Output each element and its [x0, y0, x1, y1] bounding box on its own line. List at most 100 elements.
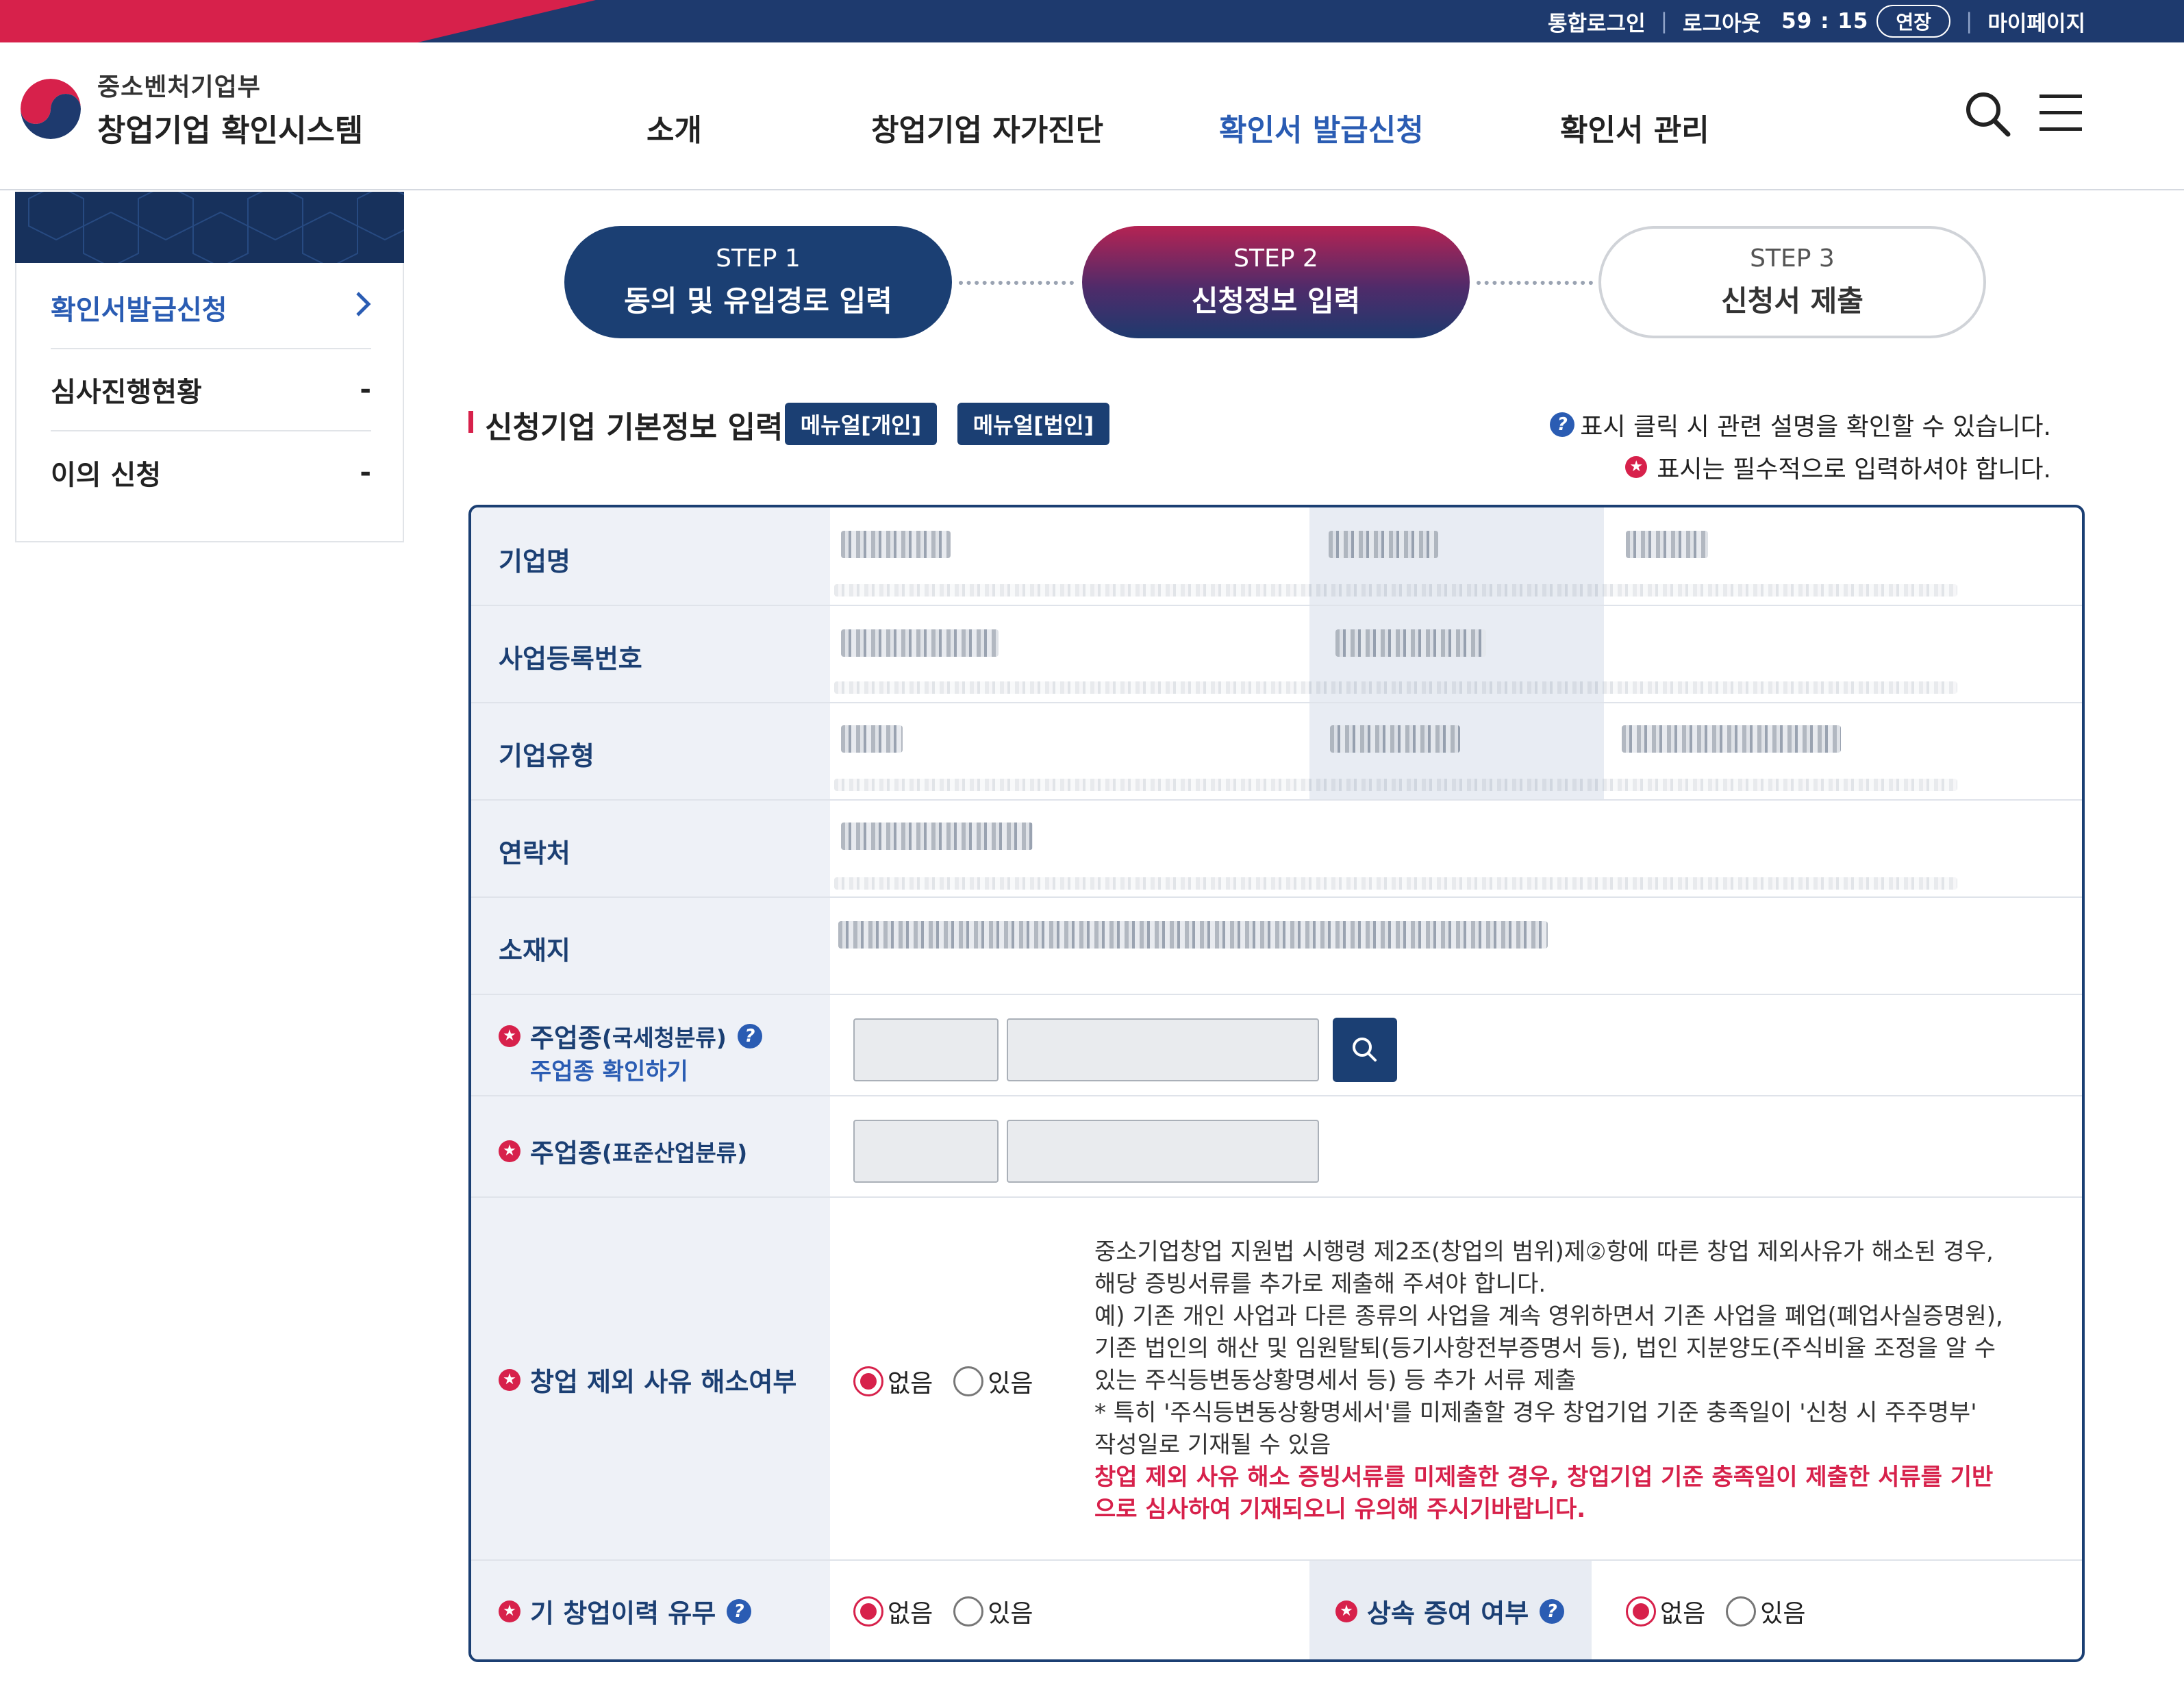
row-divider [471, 1095, 2082, 1096]
step-number: STEP 3 [1750, 244, 1835, 273]
label-contact: 연락처 [499, 838, 570, 868]
help-question-icon[interactable]: ? [737, 1023, 762, 1049]
step-label: 동의 및 유입경로 입력 [624, 284, 892, 318]
required-star-icon [1335, 1600, 1357, 1622]
nav-intro[interactable]: 소개 [647, 105, 702, 149]
manual-personal-button[interactable]: 메뉴얼[개인] [785, 403, 937, 445]
required-star-icon [499, 1368, 520, 1391]
row-divider [471, 896, 2082, 898]
nav-self-diagnosis[interactable]: 창업기업 자가진단 [871, 105, 1103, 149]
desc-line: 예) 기존 개인 사업과 다른 종류의 사업을 계속 영위하면서 기존 사업을 … [1094, 1303, 2003, 1330]
label-main-industry-nts: 주업종 (국세청분류) ? [499, 1017, 762, 1055]
redacted-noise [834, 681, 1957, 694]
desc-line: 해당 증빙서류를 추가로 제출해 주셔야 합니다. [1094, 1270, 1546, 1298]
search-icon[interactable] [1964, 90, 2011, 140]
radio-option-no[interactable]: 없음 [1626, 1594, 1705, 1629]
label-address: 소재지 [499, 936, 570, 966]
redacted-noise [834, 584, 1957, 597]
desc-line: 중소기업창업 지원법 시행령 제2조(창업의 범위)제②항에 따른 창업 제외사… [1094, 1238, 1994, 1266]
label-inheritance-gift: 상속 증여 여부 ? [1335, 1592, 1565, 1630]
utility-links: 통합로그인 | 로그아웃 59 : 15 연장 | 마이페이지 [1548, 0, 2085, 42]
radio-button[interactable] [953, 1366, 984, 1396]
redacted-value [1330, 725, 1460, 753]
radio-option-yes[interactable]: 있음 [1726, 1594, 1806, 1629]
radio-button[interactable] [853, 1596, 883, 1627]
nav-certificate-manage[interactable]: 확인서 관리 [1560, 105, 1709, 149]
industry-code-input[interactable] [853, 1018, 999, 1081]
label-subtext: (국세청분류) [601, 1024, 727, 1051]
label-subtext: (표준산업분류) [601, 1139, 748, 1166]
sidenav-item-label: 확인서발급신청 [51, 294, 227, 326]
session-timer: 59 : 15 [1781, 9, 1869, 34]
desc-line: * 특히 '주식등변동상황명세서'를 미제출할 경우 창업기업 기준 충족일이 … [1094, 1399, 1977, 1427]
step-label: 신청서 제출 [1721, 284, 1863, 318]
extend-session-button[interactable]: 연장 [1877, 5, 1950, 38]
desc-line: 기존 법인의 해산 및 임원탈퇴(등기사항전부증명서 등), 법인 지분양도(주… [1094, 1335, 1996, 1362]
desc-line: 있는 주식등변동상황명세서 등) 등 추가 서류 제출 [1094, 1367, 1577, 1394]
sidenav-item-objection[interactable]: 이의 신청 - [51, 431, 371, 514]
radio-option-yes[interactable]: 있음 [953, 1364, 1033, 1399]
logout-link[interactable]: 로그아웃 [1683, 6, 1761, 37]
radio-button[interactable] [853, 1366, 883, 1396]
step-3: STEP 3 신청서 제출 [1598, 226, 1986, 338]
hamburger-menu-icon[interactable] [2039, 95, 2082, 134]
help-question-icon[interactable]: ? [1540, 1598, 1565, 1624]
top-red-accent-tip [418, 0, 596, 42]
redacted-value [1622, 725, 1841, 753]
step-number: STEP 2 [1233, 244, 1318, 273]
sidenav-item-certificate-apply[interactable]: 확인서발급신청 [51, 267, 371, 349]
help-question-icon[interactable]: ? [727, 1598, 752, 1624]
section-marker [468, 411, 473, 433]
radio-option-yes[interactable]: 있음 [953, 1594, 1033, 1629]
label-company-type: 기업유형 [499, 741, 594, 771]
exclusion-resolved-radio-group: 없음 있음 [853, 1364, 1054, 1399]
ministry-name: 중소벤처기업부 [97, 73, 261, 101]
row-divider [471, 799, 2082, 801]
step-label: 신청정보 입력 [1191, 284, 1361, 318]
collapsed-indicator: - [360, 457, 371, 488]
row-divider [471, 1196, 2082, 1198]
label-main-industry-ksic: 주업종 (표준산업분류) [499, 1132, 747, 1170]
help-notice-text: 표시 클릭 시 관련 설명을 확인할 수 있습니다. [1580, 413, 2051, 441]
radio-option-no[interactable]: 없음 [853, 1594, 933, 1629]
redacted-value [841, 725, 903, 753]
redacted-value [841, 629, 999, 657]
integrated-login-link[interactable]: 통합로그인 [1548, 6, 1646, 37]
prior-startup-radio-group: 없음 있음 [853, 1594, 1054, 1629]
step-1: STEP 1 동의 및 유입경로 입력 [564, 226, 952, 338]
step-2: STEP 2 신청정보 입력 [1082, 226, 1470, 338]
label-biz-reg-no: 사업등록번호 [499, 644, 642, 674]
required-notice-text: 표시는 필수적으로 입력하셔야 합니다. [1657, 455, 2051, 484]
label-text: 주업종 [530, 1023, 602, 1053]
label-prior-startup: 기 창업이력 유무 ? [499, 1592, 752, 1630]
industry-search-button[interactable] [1333, 1018, 1397, 1082]
industry-name-input[interactable] [1007, 1018, 1319, 1081]
step-connector [1477, 281, 1593, 285]
label-company-name: 기업명 [499, 547, 570, 577]
manual-corporate-button[interactable]: 메뉴얼[법인] [957, 403, 1109, 445]
ksic-name-input[interactable] [1007, 1120, 1319, 1183]
check-industry-link[interactable]: 주업종 확인하기 [530, 1053, 688, 1086]
mypage-link[interactable]: 마이페이지 [1987, 6, 2085, 37]
help-question-icon: ? [1550, 412, 1575, 437]
radio-button[interactable] [1726, 1596, 1757, 1627]
ksic-code-input[interactable] [853, 1120, 999, 1183]
redacted-value [838, 921, 1548, 949]
required-star-icon [499, 1025, 520, 1047]
sidenav-item-review-status[interactable]: 심사진행현황 - [51, 349, 371, 431]
redacted-value [1329, 531, 1438, 558]
chevron-right-icon [355, 290, 371, 325]
sidenav-item-label: 이의 신청 [51, 460, 162, 491]
radio-option-no[interactable]: 없음 [853, 1364, 933, 1399]
company-info-form: 기업명 사업등록번호 기업유형 연락처 소재지 주업종 (국세청분류) ? 주업… [468, 505, 2085, 1662]
main-navigation: 소개 창업기업 자가진단 확인서 발급신청 확인서 관리 [0, 105, 2184, 160]
radio-button[interactable] [1626, 1596, 1656, 1627]
divider: | [1660, 9, 1668, 34]
top-utility-bar: 통합로그인 | 로그아웃 59 : 15 연장 | 마이페이지 [0, 0, 2184, 42]
nav-certificate-apply[interactable]: 확인서 발급신청 [1219, 105, 1424, 149]
row-divider [471, 702, 2082, 703]
help-notice: ? 표시 클릭 시 관련 설명을 확인할 수 있습니다. [1550, 407, 2051, 442]
radio-button[interactable] [953, 1596, 984, 1627]
label-text: 주업종 [530, 1138, 602, 1168]
side-navigation: 확인서발급신청 심사진행현황 - 이의 신청 - [15, 263, 404, 542]
